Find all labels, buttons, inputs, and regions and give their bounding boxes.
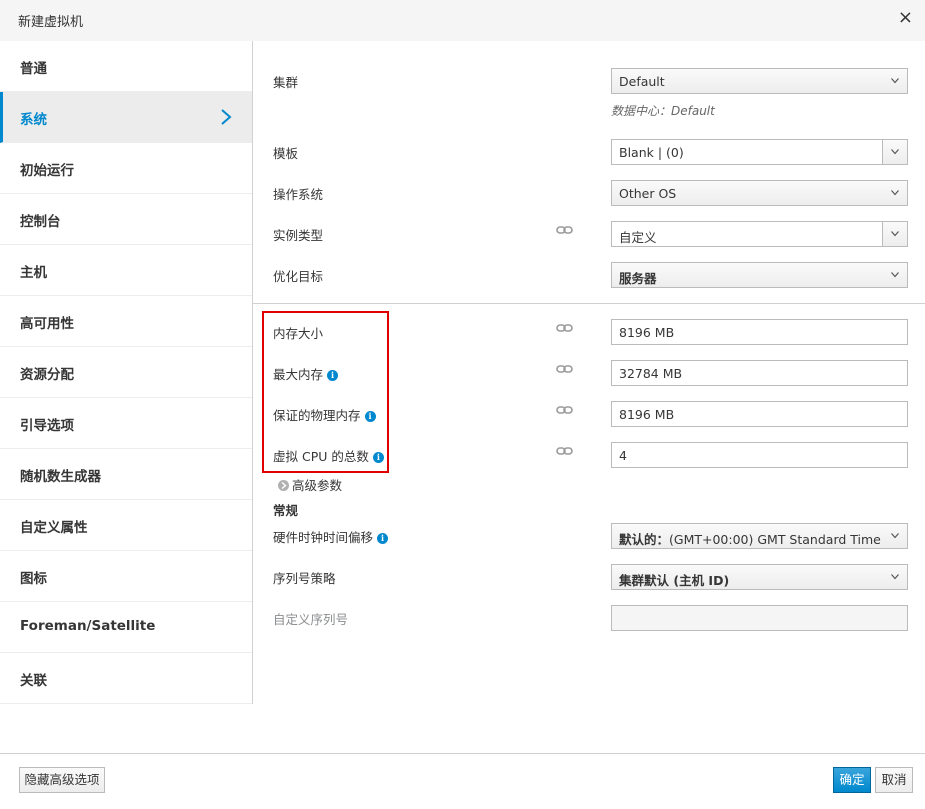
sidebar-item-label: 系统: [20, 112, 47, 128]
cluster-select[interactable]: Default: [611, 68, 908, 94]
link-icon[interactable]: [556, 405, 573, 415]
instance-type-label: 实例类型: [273, 228, 324, 243]
chevron-right-icon: [221, 109, 232, 125]
cluster-row: 集群 Default: [273, 68, 913, 94]
expand-icon: [278, 480, 289, 491]
custom-serial-input[interactable]: [611, 605, 908, 631]
sidebar-item-resource-allocation[interactable]: 资源分配: [0, 347, 252, 398]
optimize-label: 优化目标: [273, 269, 324, 284]
info-icon[interactable]: i: [327, 370, 339, 381]
info-icon[interactable]: i: [377, 533, 389, 544]
serial-policy-select[interactable]: 集群默认 (主机 ID): [611, 564, 908, 590]
optimize-row: 优化目标 服务器: [273, 262, 913, 288]
template-row: 模板 Blank | (0): [273, 139, 913, 165]
memory-label: 内存大小: [273, 326, 324, 341]
chevron-down-icon: [891, 190, 899, 196]
hide-advanced-button[interactable]: 隐藏高级选项: [19, 767, 105, 793]
os-label: 操作系统: [273, 187, 324, 202]
sidebar-item-icon[interactable]: 图标: [0, 551, 252, 602]
chevron-down-icon: [891, 574, 899, 580]
sidebar-item-system[interactable]: 系统: [0, 92, 252, 143]
dialog-title: 新建虚拟机: [18, 15, 84, 30]
footer-divider: [0, 753, 925, 754]
sidebar-item-label: 自定义属性: [20, 520, 88, 536]
serial-policy-row: 序列号策略 集群默认 (主机 ID): [273, 564, 913, 590]
custom-serial-label: 自定义序列号: [273, 612, 349, 627]
template-label: 模板: [273, 146, 299, 161]
sidebar-item-custom-properties[interactable]: 自定义属性: [0, 500, 252, 551]
info-icon[interactable]: i: [372, 452, 384, 463]
sidebar-item-boot-options[interactable]: 引导选项: [0, 398, 252, 449]
template-dropdown-button[interactable]: [882, 140, 907, 164]
sidebar-item-label: 图标: [20, 571, 47, 587]
chevron-down-icon: [891, 272, 899, 278]
custom-serial-row: 自定义序列号: [273, 605, 913, 631]
sidebar-item-label: 资源分配: [20, 367, 74, 383]
guaranteed-memory-row: 保证的物理内存 i 8196 MB: [273, 401, 913, 427]
memory-input[interactable]: 8196 MB: [611, 319, 908, 345]
close-icon[interactable]: ×: [898, 8, 913, 28]
sidebar-item-label: 控制台: [20, 214, 61, 230]
sidebar-item-general[interactable]: 普通: [0, 41, 252, 92]
sidebar-item-initial-run[interactable]: 初始运行: [0, 143, 252, 194]
sidebar-item-label: 引导选项: [20, 418, 74, 434]
sidebar-item-label: 初始运行: [20, 163, 74, 179]
hw-clock-select[interactable]: 默认的：(GMT+00:00) GMT Standard Time: [611, 523, 908, 549]
sidebar-item-console[interactable]: 控制台: [0, 194, 252, 245]
info-icon[interactable]: i: [364, 411, 376, 422]
hw-clock-label: 硬件时钟时间偏移 i: [273, 527, 389, 546]
max-memory-row: 最大内存 i 32784 MB: [273, 360, 913, 386]
link-icon[interactable]: [556, 446, 573, 456]
link-icon[interactable]: [556, 364, 573, 374]
sidebar-item-host[interactable]: 主机: [0, 245, 252, 296]
link-icon[interactable]: [556, 323, 573, 333]
sidebar: 普通 系统 初始运行 控制台 主机 高可用性 资源分配 引导选项 随机数生成器 …: [0, 41, 253, 704]
datacenter-note: 数据中心：Default: [611, 104, 715, 118]
dialog-header: 新建虚拟机 ×: [0, 0, 925, 41]
sidebar-item-high-availability[interactable]: 高可用性: [0, 296, 252, 347]
guaranteed-memory-label: 保证的物理内存 i: [273, 405, 376, 424]
chevron-down-icon: [891, 149, 899, 155]
vcpu-label: 虚拟 CPU 的总数 i: [273, 446, 384, 465]
sidebar-item-rng[interactable]: 随机数生成器: [0, 449, 252, 500]
vcpu-row: 虚拟 CPU 的总数 i 4: [273, 442, 913, 468]
max-memory-input[interactable]: 32784 MB: [611, 360, 908, 386]
system-tab-content: 集群 Default 数据中心：Default 模板 Blank | (0) 操…: [253, 41, 925, 704]
sidebar-item-label: Foreman/Satellite: [20, 618, 156, 634]
sidebar-item-label: 主机: [20, 265, 47, 281]
general-section-title: 常规: [273, 503, 299, 518]
cancel-button[interactable]: 取消: [875, 767, 913, 793]
chevron-down-icon: [891, 231, 899, 237]
instance-type-combobox[interactable]: 自定义: [611, 221, 908, 247]
ok-button[interactable]: 确定: [833, 767, 871, 793]
sidebar-item-label: 高可用性: [20, 316, 74, 332]
chevron-down-icon: [891, 78, 899, 84]
sidebar-item-label: 关联: [20, 673, 47, 689]
link-icon[interactable]: [556, 225, 573, 235]
sidebar-item-affinity[interactable]: 关联: [0, 653, 252, 704]
section-divider: [253, 303, 925, 304]
cluster-label: 集群: [273, 75, 299, 90]
serial-policy-label: 序列号策略: [273, 571, 336, 586]
sidebar-item-label: 随机数生成器: [20, 469, 101, 485]
memory-row: 内存大小 8196 MB: [273, 319, 913, 345]
hw-clock-row: 硬件时钟时间偏移 i 默认的：(GMT+00:00) GMT Standard T…: [273, 523, 913, 549]
instance-type-dropdown-button[interactable]: [882, 222, 907, 246]
template-combobox[interactable]: Blank | (0): [611, 139, 908, 165]
advanced-params-toggle[interactable]: 高级参数: [278, 475, 342, 494]
vcpu-input[interactable]: 4: [611, 442, 908, 468]
sidebar-item-label: 普通: [20, 61, 47, 77]
guaranteed-memory-input[interactable]: 8196 MB: [611, 401, 908, 427]
sidebar-item-foreman-satellite[interactable]: Foreman/Satellite: [0, 602, 252, 653]
max-memory-label: 最大内存 i: [273, 364, 339, 383]
os-row: 操作系统 Other OS: [273, 180, 913, 206]
os-select[interactable]: Other OS: [611, 180, 908, 206]
instance-type-row: 实例类型 自定义: [273, 221, 913, 247]
chevron-down-icon: [891, 533, 899, 539]
optimize-select[interactable]: 服务器: [611, 262, 908, 288]
